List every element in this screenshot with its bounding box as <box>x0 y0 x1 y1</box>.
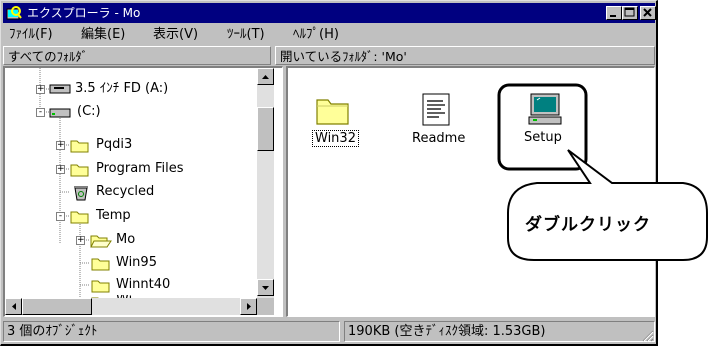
annotation-overlay <box>497 83 708 261</box>
callout-text: ダブルクリック <box>525 215 651 235</box>
callout-bubble <box>507 149 708 261</box>
